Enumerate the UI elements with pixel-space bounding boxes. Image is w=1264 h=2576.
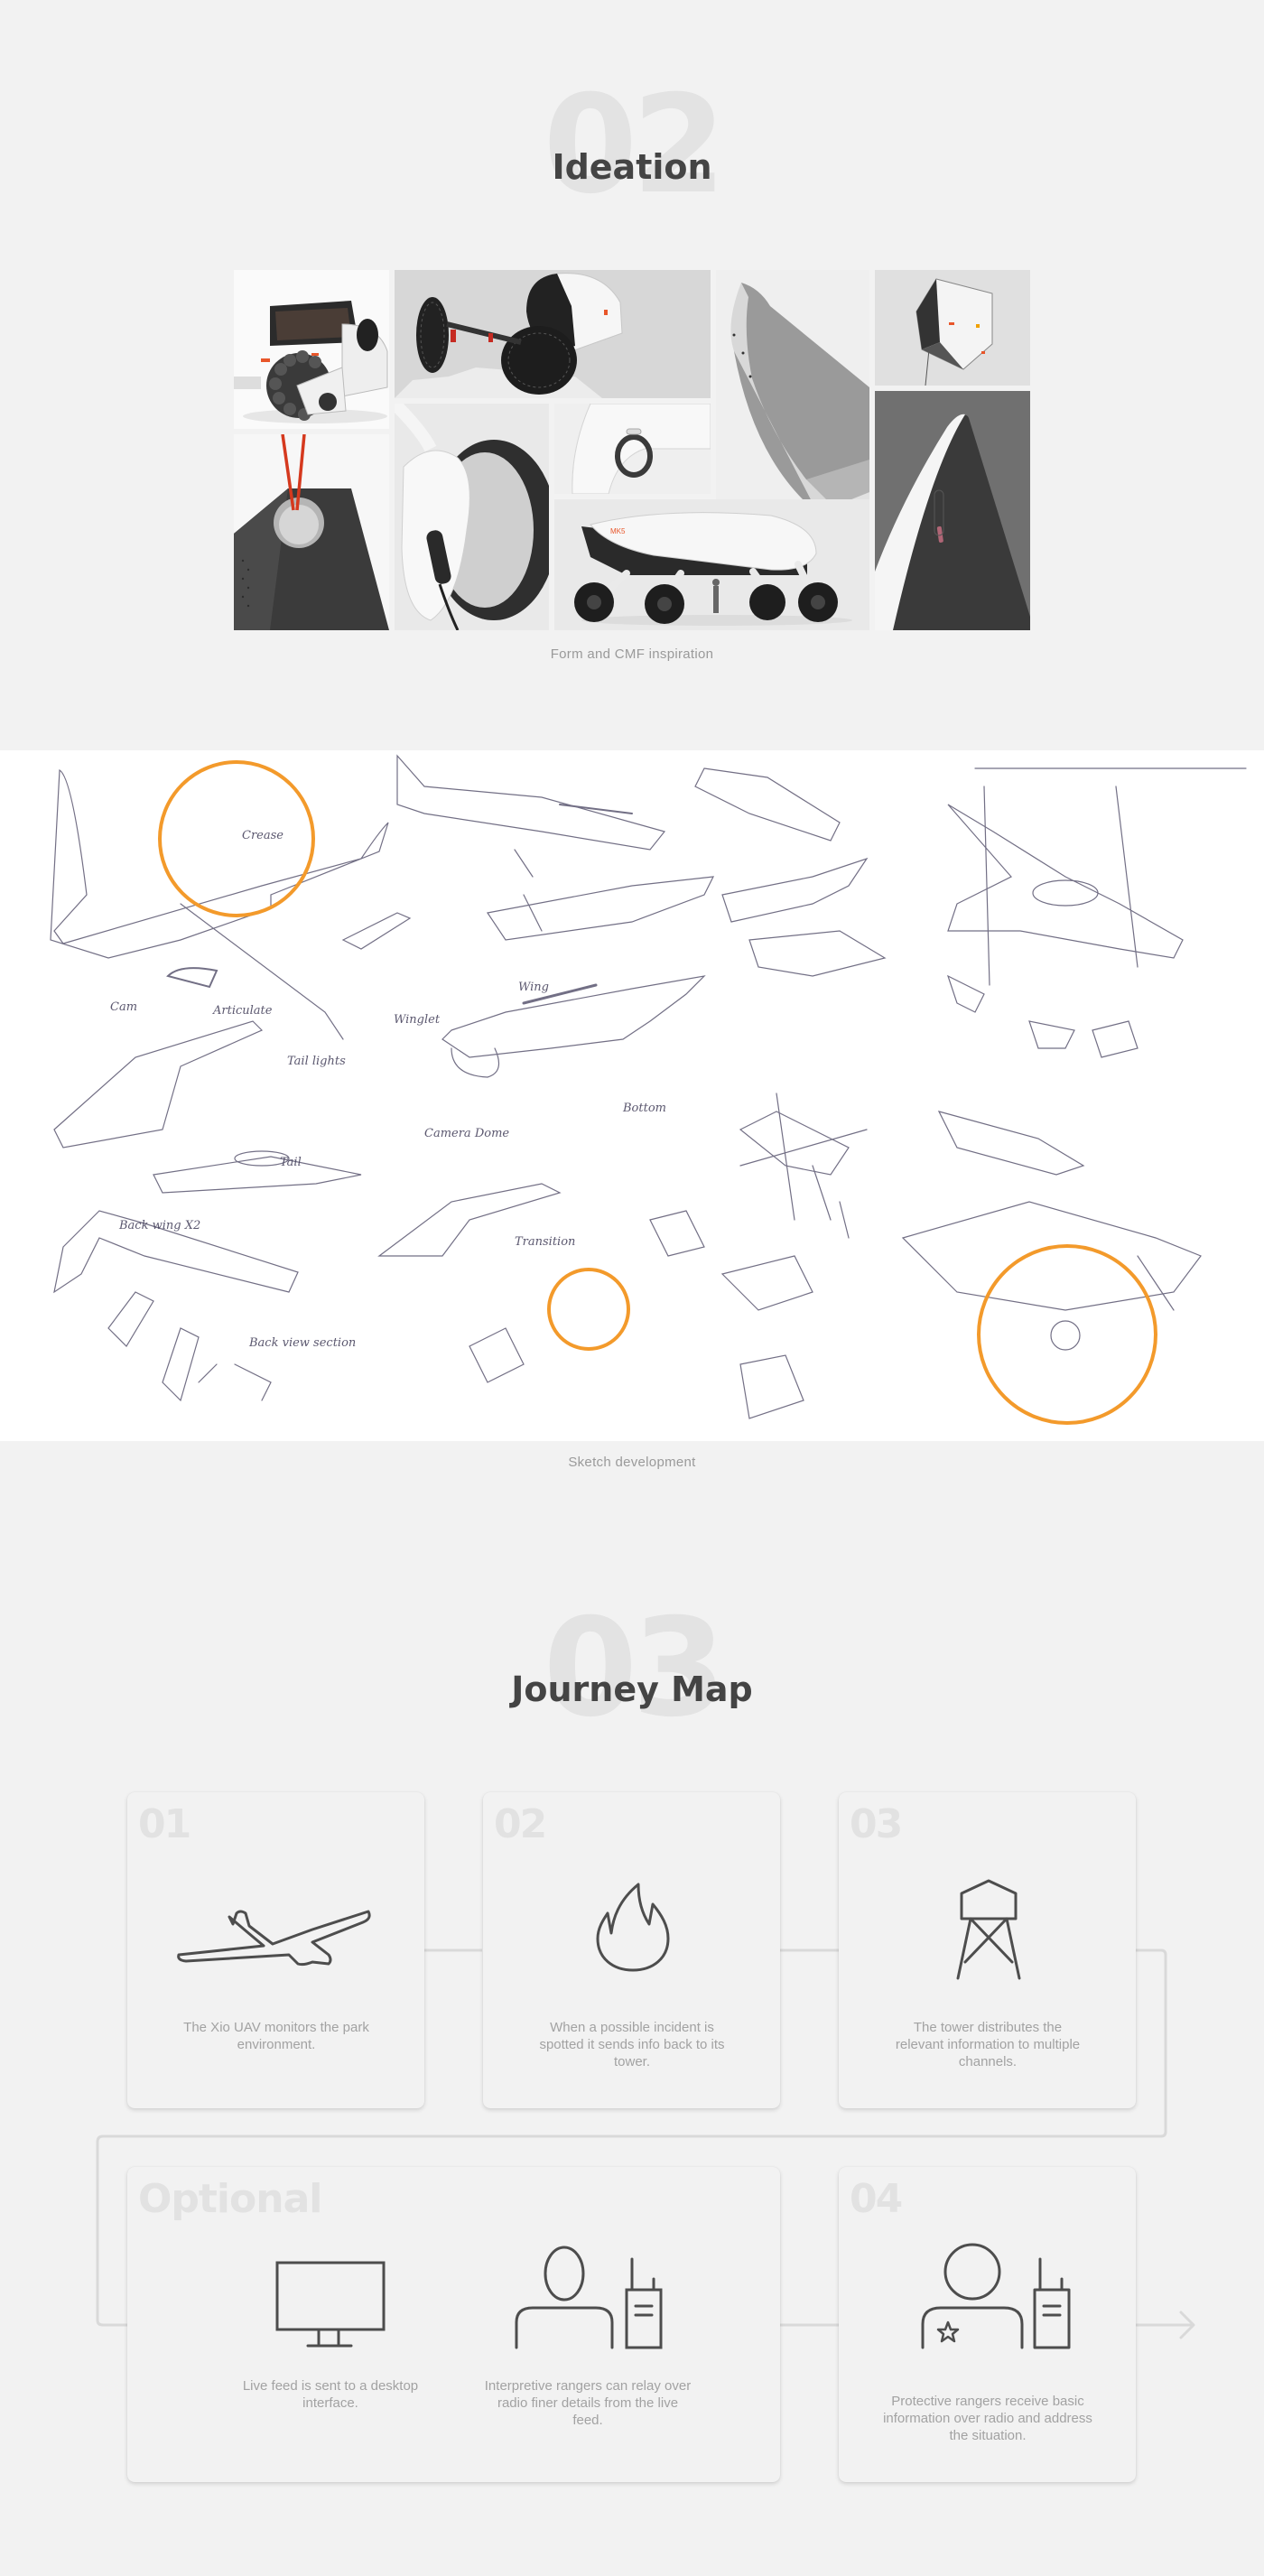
journey-card-optional: Optional Live feed is sent to a desktop … [127, 2167, 780, 2482]
protective-ranger-radio-icon [921, 2243, 1071, 2349]
sketch-label-wing: Wing [518, 981, 549, 994]
card-number: 02 [494, 1801, 547, 1847]
sketch-label-bottom: Bottom [622, 1102, 666, 1115]
card-description: The Xio UAV monitors the park environmen… [183, 2020, 369, 2052]
sketch-label-back-view: Back view section [248, 1336, 356, 1350]
journey-card-02: 02 When a possible incident is spotted i… [483, 1792, 780, 2108]
card-description: Protective rangers receive basic informa… [883, 2394, 1092, 2443]
wheeled-robot-image [395, 270, 711, 398]
journey-card-03: 03 The tower distributes the relevant in… [839, 1792, 1136, 2108]
highlight-circle-tip [547, 1268, 630, 1351]
uav-plane-icon [177, 1910, 376, 1969]
sketch-caption: Sketch development [568, 1455, 696, 1470]
sketch-label-cam: Cam [110, 1000, 137, 1014]
faceted-device-image [875, 270, 1030, 386]
card-number: 04 [850, 2176, 903, 2222]
highlight-circle-crease [158, 760, 315, 917]
dark-device-image [875, 391, 1030, 630]
sketch-label-camera-dome: Camera Dome [424, 1127, 509, 1140]
journey-card-04: 04 Protective rangers receive basic info… [839, 2167, 1136, 2482]
fire-icon [595, 1883, 671, 1973]
card-number: 01 [138, 1801, 191, 1847]
inspiration-caption: Form and CMF inspiration [550, 646, 714, 662]
highlight-circle-fan [977, 1244, 1157, 1425]
section-title-journey-map: Journey Map [511, 1669, 753, 1709]
sketch-label-crease: Crease [242, 829, 283, 842]
sketch-label-transition: Transition [515, 1235, 575, 1249]
desktop-monitor-icon [275, 2261, 386, 2348]
section-number-watermark: 02 [543, 67, 727, 224]
mk5-rover-image: MK5 [554, 499, 869, 630]
sketch-label-tail-lights: Tail lights [287, 1055, 346, 1068]
optional-label: Optional [138, 2176, 322, 2222]
speaker-strap-image [234, 434, 389, 630]
mk5-badge: MK5 [610, 527, 626, 535]
sketch-development-board: Crease Cam Articulate Tail lights Wingle… [0, 750, 1264, 1441]
optional-item-description: Live feed is sent to a desktop interface… [242, 2378, 419, 2411]
section-title-ideation: Ideation [552, 147, 712, 187]
rover-vehicle-image [234, 270, 389, 429]
sketch-label-tail: Tail [280, 1156, 302, 1169]
ranger-radio-icon [515, 2245, 663, 2349]
trigger-handle-image [554, 404, 711, 494]
card-number: 03 [850, 1801, 903, 1847]
sketch-label-back-wing: Back wing X2 [118, 1219, 200, 1232]
journey-card-01: 01 The Xio UAV monitors the park environ… [127, 1792, 424, 2108]
watch-tower-icon [956, 1879, 1021, 1980]
card-description: The tower distributes the relevant infor… [895, 2020, 1081, 2069]
card-description: When a possible incident is spotted it s… [539, 2020, 725, 2069]
section-number-watermark: 03 [543, 1590, 727, 1747]
sketch-label-winglet: Winglet [394, 1013, 441, 1027]
optional-item-description: Interpretive rangers can relay over radi… [484, 2378, 692, 2428]
headphone-image [395, 404, 549, 630]
sketch-label-articulate: Articulate [212, 1004, 273, 1018]
